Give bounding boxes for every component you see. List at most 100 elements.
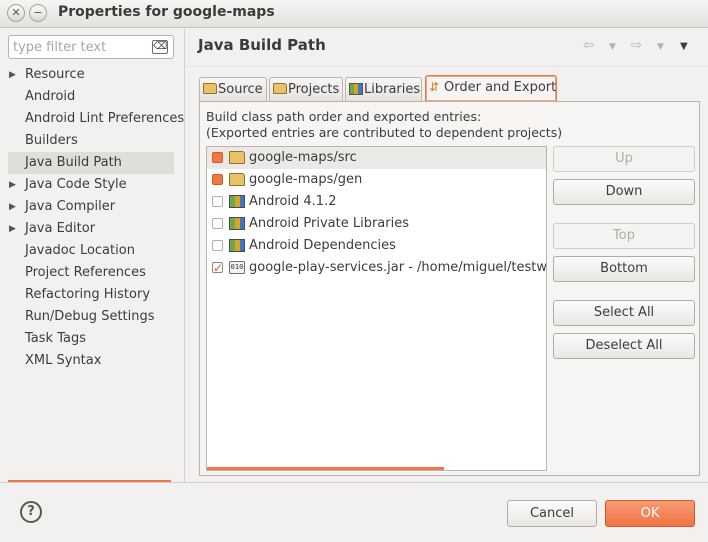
tree-item-builders[interactable]: Builders — [8, 130, 174, 152]
help-icon[interactable]: ? — [20, 501, 42, 523]
tree-item-resource[interactable]: ▶ Resource — [8, 64, 174, 86]
page-title: Java Build Path — [198, 36, 326, 54]
property-tree: ▶ Resource Android Android Lint Preferen… — [8, 64, 184, 372]
footer-divider — [0, 482, 708, 483]
close-icon: ✕ — [11, 6, 21, 19]
list-item[interactable]: Android Private Libraries — [207, 213, 546, 235]
list-item[interactable]: google-maps/src — [207, 147, 546, 169]
tab-libraries[interactable]: Libraries — [345, 77, 422, 101]
list-horizontal-scrollbar[interactable] — [207, 467, 444, 470]
list-item[interactable]: Android 4.1.2 — [207, 191, 546, 213]
entry-label: google-maps/src — [249, 150, 357, 165]
entry-label: google-maps/gen — [249, 172, 363, 187]
cancel-button[interactable]: Cancel — [507, 500, 597, 527]
list-item[interactable]: 010 google-play-services.jar - /home/mig… — [207, 257, 546, 279]
expand-arrow-icon[interactable]: ▶ — [9, 218, 16, 240]
top-button[interactable]: Top — [553, 223, 695, 249]
tab-label: Projects — [288, 82, 340, 97]
classpath-entry-list[interactable]: google-maps/src google-maps/gen Android … — [206, 146, 547, 471]
tree-item-javadoc-location[interactable]: Javadoc Location — [8, 240, 174, 262]
tree-item-run-debug-settings[interactable]: Run/Debug Settings — [8, 306, 174, 328]
minimize-icon: − — [33, 6, 43, 19]
tree-item-label: Builders — [25, 133, 78, 148]
tab-projects[interactable]: Projects — [269, 77, 343, 101]
entry-label: Android Private Libraries — [249, 216, 409, 231]
tree-item-java-compiler[interactable]: ▶ Java Compiler — [8, 196, 174, 218]
jar-icon: 010 — [229, 261, 245, 274]
tree-item-java-editor[interactable]: ▶ Java Editor — [8, 218, 174, 240]
library-icon — [229, 195, 245, 208]
tree-item-label: Refactoring History — [25, 287, 151, 302]
order-export-icon: ⇵ — [429, 80, 440, 94]
panel-description: Build class path order and exported entr… — [206, 109, 562, 141]
filter-input[interactable] — [13, 38, 149, 56]
back-arrow-icon[interactable]: ⇦ — [583, 38, 594, 53]
library-icon — [229, 239, 245, 252]
tree-item-label: Javadoc Location — [25, 243, 135, 258]
expand-arrow-icon[interactable]: ▶ — [9, 174, 16, 196]
export-checkbox[interactable] — [212, 257, 223, 279]
tree-item-refactoring-history[interactable]: Refactoring History — [8, 284, 174, 306]
tree-item-label: Java Code Style — [25, 177, 127, 192]
list-item[interactable]: google-maps/gen — [207, 169, 546, 191]
tree-item-xml-syntax[interactable]: XML Syntax — [8, 350, 174, 372]
tab-source[interactable]: Source — [199, 77, 267, 101]
tab-order-and-export[interactable]: ⇵ Order and Export — [425, 75, 557, 101]
forward-dropdown-icon[interactable]: ▼ — [657, 42, 664, 52]
view-menu-icon[interactable]: ▼ — [680, 41, 688, 52]
export-checkbox[interactable] — [212, 174, 223, 185]
tree-item-android[interactable]: Android — [8, 86, 174, 108]
clear-filter-icon[interactable]: ⌫ — [152, 40, 168, 54]
entry-label: google-play-services.jar - /home/miguel/… — [249, 260, 547, 275]
down-button[interactable]: Down — [553, 179, 695, 205]
expand-arrow-icon[interactable]: ▶ — [9, 196, 16, 218]
order-export-panel: Build class path order and exported entr… — [199, 101, 700, 476]
tree-item-java-build-path[interactable]: Java Build Path — [8, 152, 174, 174]
ok-button[interactable]: OK — [605, 500, 695, 527]
tab-label: Libraries — [364, 82, 421, 97]
tree-item-android-lint[interactable]: Android Lint Preferences — [8, 108, 184, 130]
properties-dialog: ✕ − Properties for google-maps ⌫ ▶ Resou… — [0, 0, 708, 542]
tree-item-task-tags[interactable]: Task Tags — [8, 328, 174, 350]
source-folder-icon — [203, 83, 217, 95]
sidebar: ⌫ ▶ Resource Android Android Lint Prefer… — [0, 29, 185, 483]
title-bar: ✕ − Properties for google-maps — [0, 0, 708, 28]
package-folder-icon — [229, 173, 245, 186]
minimize-window-button[interactable]: − — [29, 4, 47, 22]
back-dropdown-icon[interactable]: ▼ — [609, 42, 616, 52]
projects-folder-icon — [273, 83, 287, 95]
export-checkbox[interactable] — [212, 240, 223, 251]
tree-item-java-code-style[interactable]: ▶ Java Code Style — [8, 174, 174, 196]
package-folder-icon — [229, 151, 245, 164]
libraries-icon — [349, 83, 363, 95]
tree-item-label: Task Tags — [25, 331, 86, 346]
description-line: (Exported entries are contributed to dep… — [206, 125, 563, 140]
export-checkbox[interactable] — [212, 196, 223, 207]
tab-label: Order and Export — [444, 80, 557, 95]
tree-item-label: XML Syntax — [25, 353, 102, 368]
tree-item-label: Java Build Path — [25, 155, 122, 170]
export-checkbox[interactable] — [212, 218, 223, 229]
tree-item-label: Run/Debug Settings — [25, 309, 155, 324]
header-divider — [186, 66, 708, 67]
select-all-button[interactable]: Select All — [553, 300, 695, 326]
forward-arrow-icon[interactable]: ⇨ — [631, 38, 642, 53]
close-window-button[interactable]: ✕ — [7, 4, 25, 22]
list-item[interactable]: Android Dependencies — [207, 235, 546, 257]
tree-item-label: Android Lint Preferences — [25, 111, 185, 126]
deselect-all-button[interactable]: Deselect All — [553, 333, 695, 359]
export-checkbox[interactable] — [212, 152, 223, 163]
tree-item-label: Java Editor — [25, 221, 96, 236]
tab-label: Source — [218, 82, 263, 97]
up-button[interactable]: Up — [553, 146, 695, 172]
entry-label: Android Dependencies — [249, 238, 396, 253]
library-icon — [229, 217, 245, 230]
tree-item-label: Android — [25, 89, 76, 104]
filter-box: ⌫ — [8, 35, 174, 59]
window-title: Properties for google-maps — [58, 4, 275, 20]
tree-item-label: Resource — [25, 67, 85, 82]
bottom-button[interactable]: Bottom — [553, 256, 695, 282]
tree-item-project-references[interactable]: Project References — [8, 262, 174, 284]
expand-arrow-icon[interactable]: ▶ — [9, 64, 16, 86]
tree-item-label: Project References — [25, 265, 146, 280]
